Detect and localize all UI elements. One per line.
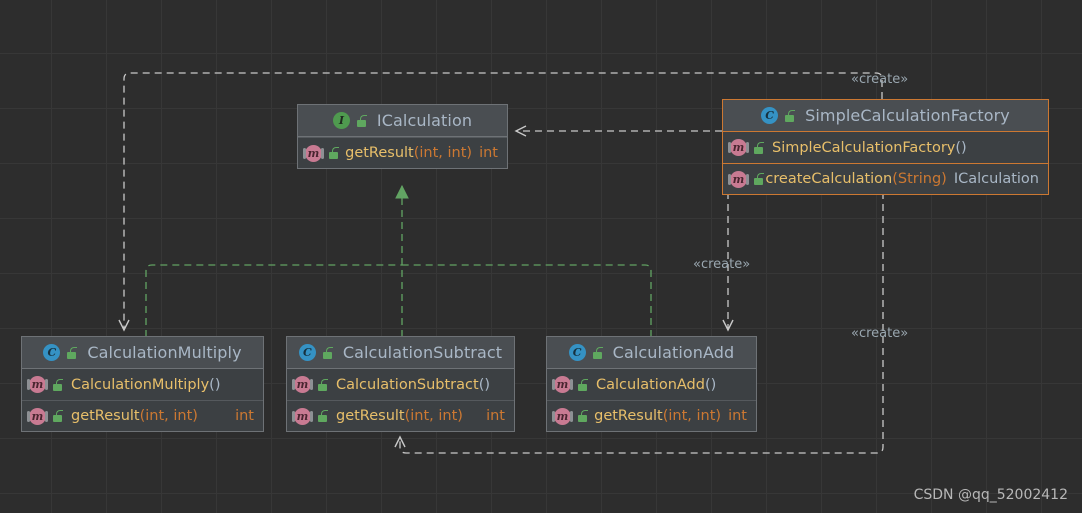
node-simplecalculationfactory-header: C SimpleCalculationFactory <box>723 100 1048 132</box>
member-params: (int, int) <box>662 408 722 424</box>
public-lock-icon <box>67 346 78 359</box>
class-circle-icon: C <box>761 107 779 124</box>
node-calculationadd[interactable]: C CalculationAdd m CalculationAdd () m g… <box>546 336 757 432</box>
node-calculationmultiply-header: C CalculationMultiply <box>22 337 263 369</box>
node-calculationmultiply-title: CalculationMultiply <box>87 343 242 362</box>
member-params: (int, int) <box>413 145 473 161</box>
edge-label-create-multiply: «create» <box>851 72 909 87</box>
member-row[interactable]: m getResult (int, int) int <box>22 400 263 431</box>
member-row[interactable]: m CalculationMultiply () <box>22 369 263 400</box>
member-name: getResult <box>345 145 414 161</box>
method-circle-icon: m <box>294 407 311 425</box>
node-icalculation-title: ICalculation <box>376 111 473 130</box>
member-row[interactable]: m CalculationSubtract () <box>287 369 514 400</box>
member-return-type: int <box>479 145 498 161</box>
member-name: getResult <box>594 408 663 424</box>
class-circle-icon: C <box>568 344 586 361</box>
member-params: (int, int) <box>404 408 463 424</box>
public-lock-icon <box>53 410 64 422</box>
method-circle-icon: m <box>730 139 747 156</box>
member-return-type: int <box>486 408 505 424</box>
method-circle-icon: m <box>29 407 46 425</box>
method-circle-icon: m <box>554 407 571 425</box>
public-lock-icon <box>329 147 339 159</box>
member-params: (int, int) <box>139 408 198 424</box>
realization-edge-add <box>402 264 652 337</box>
public-lock-icon <box>53 378 64 391</box>
member-name: getResult <box>71 408 140 424</box>
member-return-type: int <box>235 408 254 424</box>
node-calculationadd-title: CalculationAdd <box>612 343 735 362</box>
public-lock-icon <box>322 346 334 359</box>
member-row[interactable]: m createCalculation (String) ICalculatio… <box>723 163 1048 194</box>
member-row[interactable]: m CalculationAdd () <box>547 369 756 400</box>
member-params: (String) <box>892 171 947 187</box>
public-lock-icon <box>754 141 765 154</box>
public-lock-icon <box>318 410 329 422</box>
edge-label-create-add: «create» <box>693 257 751 272</box>
interface-circle-icon: I <box>332 112 350 129</box>
member-name: CalculationMultiply <box>71 376 210 393</box>
edge-layer <box>118 72 884 454</box>
member-name: CalculationSubtract <box>336 376 479 393</box>
class-circle-icon: C <box>298 344 316 361</box>
method-circle-icon: m <box>29 376 46 393</box>
node-calculationmultiply[interactable]: C CalculationMultiply m CalculationMulti… <box>21 336 264 432</box>
member-name: getResult <box>336 408 405 424</box>
node-calculationsubtract[interactable]: C CalculationSubtract m CalculationSubtr… <box>286 336 515 432</box>
member-row[interactable]: m getResult (int, int) int <box>287 400 514 431</box>
public-lock-icon <box>356 114 368 127</box>
realization-edge-multiply <box>145 264 402 337</box>
method-circle-icon: m <box>554 376 571 393</box>
node-icalculation-header: I ICalculation <box>298 105 507 137</box>
member-return-type: int <box>728 408 747 424</box>
uml-diagram-canvas[interactable]: «create» «create» «create» I ICalculatio… <box>0 0 1082 513</box>
node-calculationadd-header: C CalculationAdd <box>547 337 756 369</box>
member-params: () <box>955 139 967 156</box>
member-name: CalculationAdd <box>596 376 705 393</box>
public-lock-icon <box>785 109 796 122</box>
node-simplecalculationfactory-title: SimpleCalculationFactory <box>805 106 1010 125</box>
method-circle-icon: m <box>294 376 311 393</box>
watermark-text: CSDN @qq_52002412 <box>913 487 1068 503</box>
node-calculationsubtract-title: CalculationSubtract <box>342 343 503 362</box>
node-icalculation[interactable]: I ICalculation m getResult (int, int) in… <box>297 104 508 169</box>
method-circle-icon: m <box>305 144 322 162</box>
realization-edges <box>145 184 652 337</box>
member-return-type: ICalculation <box>953 171 1039 187</box>
member-row[interactable]: m getResult (int, int) int <box>298 137 507 168</box>
member-row[interactable]: m getResult (int, int) int <box>547 400 756 431</box>
member-name: createCalculation <box>765 171 893 187</box>
method-circle-icon: m <box>730 170 747 188</box>
public-lock-icon <box>578 410 588 422</box>
public-lock-icon <box>592 346 604 359</box>
member-params: () <box>478 376 491 393</box>
public-lock-icon <box>578 378 589 391</box>
member-params: () <box>704 376 717 393</box>
class-circle-icon: C <box>43 344 61 361</box>
member-name: SimpleCalculationFactory <box>772 139 956 156</box>
member-params: () <box>209 376 221 393</box>
member-row[interactable]: m SimpleCalculationFactory () <box>723 132 1048 163</box>
public-lock-icon <box>318 378 329 391</box>
public-lock-icon <box>754 173 764 185</box>
node-calculationsubtract-header: C CalculationSubtract <box>287 337 514 369</box>
edge-label-create-subtract: «create» <box>851 326 909 341</box>
node-simplecalculationfactory[interactable]: C SimpleCalculationFactory m SimpleCalcu… <box>722 99 1049 195</box>
